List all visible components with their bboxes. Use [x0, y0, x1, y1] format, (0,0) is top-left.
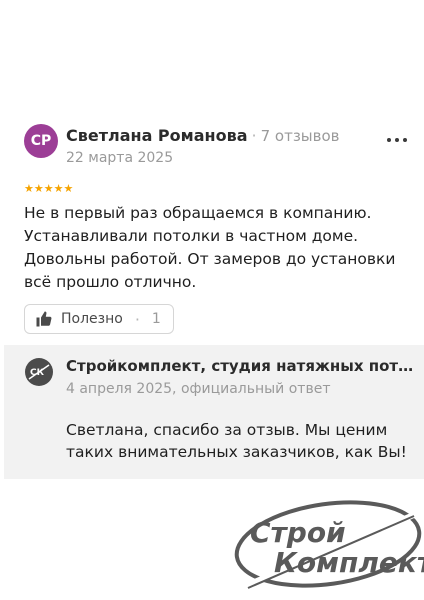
review-date: 22 марта 2025: [66, 150, 174, 166]
helpful-count: 1: [151, 311, 161, 327]
rating-stars: ★★★★★: [24, 182, 74, 195]
reply-meta: 4 апреля 2025, официальный ответ: [66, 381, 331, 397]
company-logo-icon[interactable]: СК: [24, 357, 54, 387]
more-horizontal-icon[interactable]: [384, 130, 410, 150]
separator-dot: ·: [134, 309, 140, 329]
author-name[interactable]: Светлана Романова: [66, 126, 248, 145]
company-reply: СК Стройкомплект, студия натяжных потолк…: [4, 345, 424, 479]
stroykomplekt-watermark-logo: Строй Комплект: [234, 500, 424, 589]
company-name[interactable]: Стройкомплект, студия натяжных потолков: [66, 357, 420, 375]
author-line: Светлана Романова · 7 отзывов: [66, 126, 340, 145]
author-avatar[interactable]: СР: [24, 124, 58, 158]
helpful-label: Полезно: [61, 311, 123, 327]
reply-text: Светлана, спасибо за отзыв. Мы ценим так…: [66, 421, 407, 461]
svg-text:Строй: Строй: [250, 516, 346, 549]
review-text: Не в первый раз обращаемся в компанию. У…: [24, 204, 396, 291]
svg-text:Комплект: Комплект: [274, 546, 424, 579]
author-reviews-count[interactable]: 7 отзывов: [261, 127, 340, 145]
thumbs-up-icon: [36, 311, 52, 327]
separator-dot: ·: [251, 126, 257, 145]
helpful-button[interactable]: Полезно · 1: [24, 304, 174, 334]
